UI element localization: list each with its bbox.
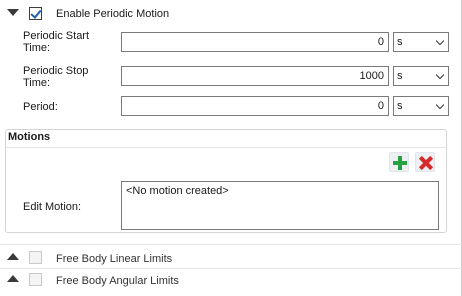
periodic-stop-unit-value: s: [397, 70, 403, 82]
period-label: Period:: [23, 101, 58, 113]
expand-triangle-icon[interactable]: [7, 275, 19, 282]
periodic-stop-unit-select[interactable]: s: [393, 66, 449, 86]
periodic-start-label-line2: Time:: [23, 42, 51, 54]
delete-motion-button[interactable]: [415, 152, 435, 172]
angular-limits-checkbox[interactable]: [29, 273, 42, 286]
enable-periodic-motion-checkbox[interactable]: [29, 7, 42, 20]
collapse-triangle-icon[interactable]: [7, 9, 19, 16]
periodic-start-time-input[interactable]: 0: [121, 32, 389, 52]
periodic-start-unit-value: s: [397, 36, 403, 48]
section-divider: [0, 268, 462, 269]
chevron-down-icon: [435, 100, 445, 110]
linear-limits-label: Free Body Linear Limits: [56, 253, 173, 265]
motions-group-title: Motions: [6, 131, 53, 143]
motions-title-divider: [6, 147, 446, 148]
periodic-start-label-line1: Periodic Start: [23, 30, 90, 42]
linear-limits-checkbox[interactable]: [29, 251, 42, 264]
expand-triangle-icon[interactable]: [7, 253, 19, 260]
period-unit-select[interactable]: s: [393, 96, 449, 116]
angular-limits-label: Free Body Angular Limits: [56, 275, 179, 287]
enable-periodic-motion-label: Enable Periodic Motion: [56, 8, 170, 20]
section-divider: [0, 244, 462, 245]
periodic-stop-time-input[interactable]: 1000: [121, 66, 389, 86]
no-motion-text: <No motion created>: [126, 185, 229, 197]
chevron-down-icon: [435, 70, 445, 80]
periodic-stop-label-line1: Periodic Stop: [23, 65, 89, 77]
chevron-down-icon: [435, 36, 445, 46]
periodic-stop-label-line2: Time:: [23, 77, 51, 89]
add-motion-button[interactable]: [389, 152, 409, 172]
periodic-start-unit-select[interactable]: s: [393, 32, 449, 52]
period-unit-value: s: [397, 100, 403, 112]
motion-list[interactable]: <No motion created>: [121, 181, 439, 230]
period-input[interactable]: 0: [121, 96, 389, 116]
edit-motion-label: Edit Motion:: [23, 201, 82, 213]
